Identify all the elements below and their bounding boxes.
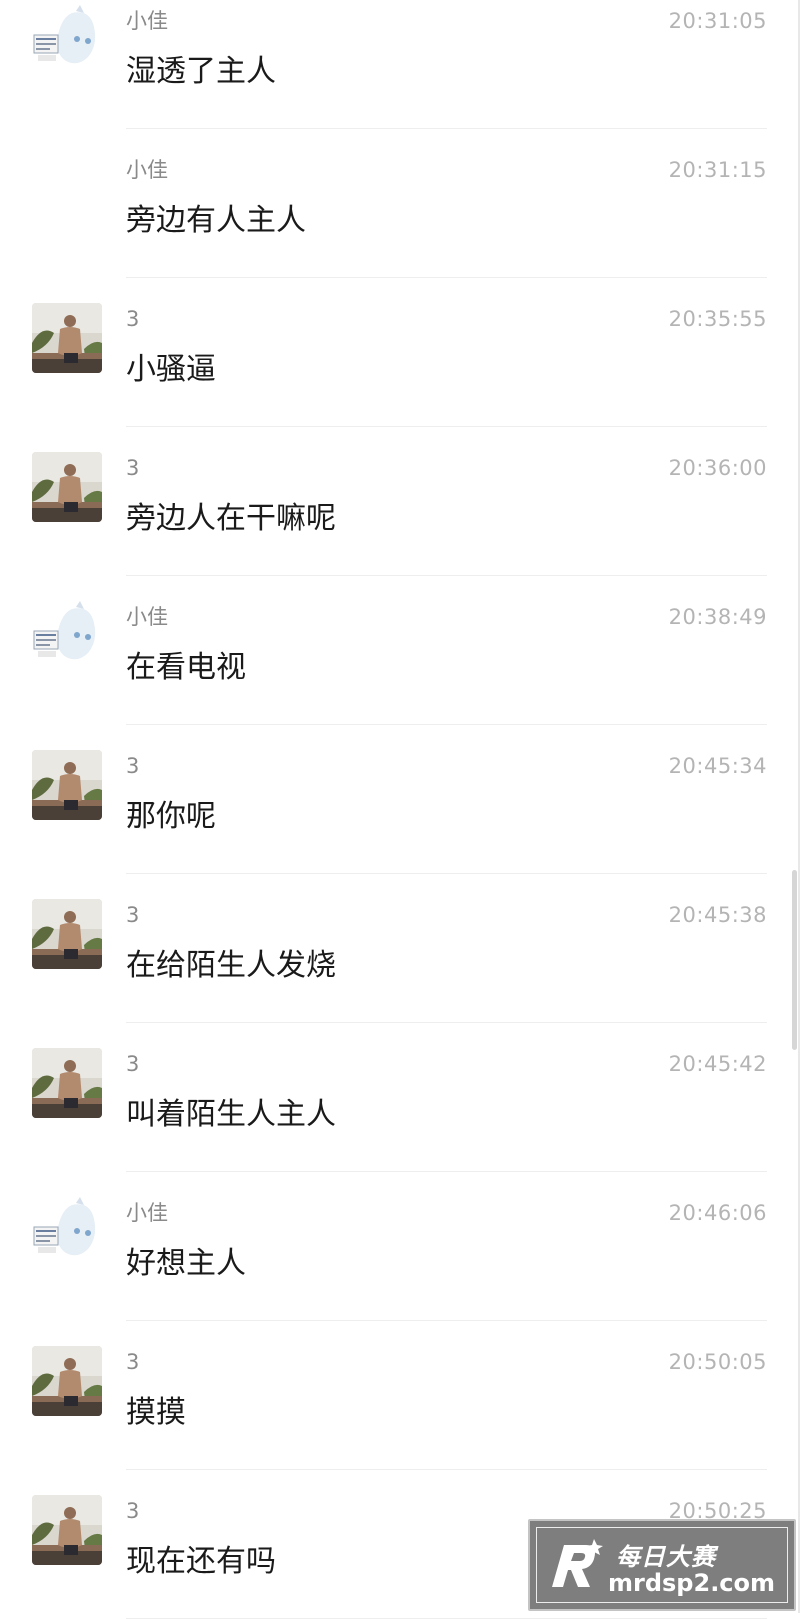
sender-name: 3 — [126, 1350, 140, 1374]
sender-name: 3 — [126, 903, 140, 927]
message-row[interactable]: 小佳 20:31:05 湿透了主人 — [0, 0, 800, 129]
message-text: 在看电视 — [126, 650, 246, 685]
scrollbar[interactable] — [792, 870, 797, 1050]
sender-name: 小佳 — [126, 9, 168, 33]
message-time: 20:50:05 — [668, 1350, 767, 1374]
message-row[interactable]: 3 20:45:38 在给陌生人发烧 — [0, 874, 800, 1023]
avatar-user3[interactable] — [32, 1495, 102, 1565]
sender-name: 小佳 — [126, 158, 168, 182]
message-time: 20:45:38 — [668, 903, 767, 927]
message-time: 20:45:42 — [668, 1052, 767, 1076]
watermark: 每日大赛 mrdsp2.com — [528, 1519, 796, 1611]
message-row[interactable]: 3 20:36:00 旁边人在干嘛呢 — [0, 427, 800, 576]
watermark-title: 每日大赛 — [616, 1543, 716, 1571]
message-row[interactable]: 小佳 20:38:49 在看电视 — [0, 576, 800, 725]
message-text: 摸摸 — [126, 1395, 186, 1430]
sender-name: 3 — [126, 307, 140, 331]
message-text: 现在还有吗 — [126, 1544, 276, 1579]
avatar-xiaojia[interactable] — [32, 1197, 102, 1267]
message-text: 小骚逼 — [126, 352, 216, 387]
avatar-user3[interactable] — [32, 452, 102, 522]
sender-name: 小佳 — [126, 605, 168, 629]
sender-name: 3 — [126, 754, 140, 778]
avatar-xiaojia[interactable] — [32, 5, 102, 75]
message-time: 20:36:00 — [668, 456, 767, 480]
message-row[interactable]: 3 20:45:34 那你呢 — [0, 725, 800, 874]
watermark-url: mrdsp2.com — [608, 1569, 776, 1597]
message-row[interactable]: 3 20:35:55 小骚逼 — [0, 278, 800, 427]
avatar-user3[interactable] — [32, 899, 102, 969]
message-row[interactable]: 小佳 20:31:15 旁边有人主人 — [0, 129, 800, 278]
avatar-user3[interactable] — [32, 750, 102, 820]
message-text: 湿透了主人 — [126, 54, 276, 89]
sender-name: 3 — [126, 1499, 140, 1523]
message-row[interactable]: 3 20:45:42 叫着陌生人主人 — [0, 1023, 800, 1172]
message-text: 旁边人在干嘛呢 — [126, 501, 336, 536]
message-text: 好想主人 — [126, 1246, 246, 1281]
message-time: 20:31:15 — [668, 158, 767, 182]
r-logo-icon — [552, 1539, 603, 1587]
message-text: 叫着陌生人主人 — [126, 1097, 336, 1132]
avatar-user3[interactable] — [32, 303, 102, 373]
message-text: 在给陌生人发烧 — [126, 948, 336, 983]
sender-name: 3 — [126, 1052, 140, 1076]
sender-name: 小佳 — [126, 1201, 168, 1225]
message-time: 20:46:06 — [668, 1201, 767, 1225]
message-time: 20:35:55 — [668, 307, 767, 331]
message-time: 20:45:34 — [668, 754, 767, 778]
message-text: 那你呢 — [126, 799, 216, 834]
avatar-user3[interactable] — [32, 1048, 102, 1118]
avatar-xiaojia[interactable] — [32, 601, 102, 671]
sender-name: 3 — [126, 456, 140, 480]
message-list: 小佳 20:31:05 湿透了主人 小佳 20:31:15 旁边有人主人 3 20:35:55… — [0, 0, 800, 1619]
avatar-user3[interactable] — [32, 1346, 102, 1416]
message-row[interactable]: 小佳 20:46:06 好想主人 — [0, 1172, 800, 1321]
message-time: 20:38:49 — [668, 605, 767, 629]
message-time: 20:31:05 — [668, 9, 767, 33]
message-text: 旁边有人主人 — [126, 203, 306, 238]
message-row[interactable]: 3 20:50:05 摸摸 — [0, 1321, 800, 1470]
